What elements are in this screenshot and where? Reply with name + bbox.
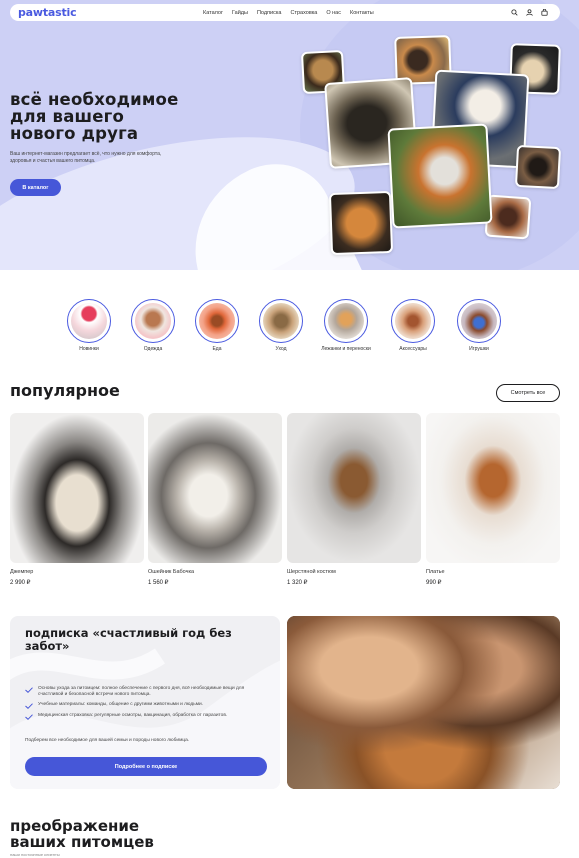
category-clothes[interactable]: Одежда	[123, 299, 183, 352]
category-image	[461, 303, 497, 339]
logo[interactable]: pawtastic	[18, 6, 77, 19]
category-label: Еда	[212, 346, 222, 352]
product-name: Джемпер	[10, 569, 34, 575]
product-name: Шерстяной костюм	[287, 569, 336, 575]
search-icon[interactable]	[511, 9, 518, 16]
category-label: Аксессуары	[399, 346, 427, 352]
see-all-button[interactable]: Смотреть все	[496, 384, 560, 402]
section-title-popular: популярное	[10, 381, 120, 400]
pet-photo	[514, 144, 562, 190]
nav-link-contacts[interactable]: Контакты	[350, 10, 374, 16]
top-nav: pawtastic Каталог Гайды Подписка Страхов…	[10, 4, 560, 21]
check-icon	[25, 713, 33, 720]
subscription-note: Подберем все необходимое для вашей семьи…	[25, 738, 190, 743]
nav-link-about[interactable]: О нас	[326, 10, 341, 16]
check-icon	[25, 687, 33, 693]
nav-link-catalog[interactable]: Каталог	[203, 10, 223, 16]
check-icon	[25, 703, 33, 710]
hero-section: pawtastic Каталог Гайды Подписка Страхов…	[0, 0, 579, 270]
benefit-text: Основы ухода за питомцем: полное обеспеч…	[38, 686, 245, 698]
section-title-transformation: преображение ваших питомцев	[10, 818, 154, 850]
product-price: 1 560 ₽	[148, 580, 169, 586]
product-image	[148, 413, 282, 563]
photo-fill	[287, 616, 560, 789]
subscription-benefits: Основы ухода за питомцем: полное обеспеч…	[25, 686, 270, 723]
nav-link-insurance[interactable]: Страховка	[290, 10, 317, 16]
category-food[interactable]: Еда	[187, 299, 247, 352]
product-price: 1 320 ₽	[287, 580, 308, 586]
product-card[interactable]: Джемпер 2 990 ₽	[10, 413, 144, 586]
nav-link-guides[interactable]: Гайды	[232, 10, 248, 16]
benefit-item: Учебные материалы: команды, общение с др…	[25, 702, 270, 710]
category-care[interactable]: Уход	[251, 299, 311, 352]
hero-subtitle: Ваш интернет-магазин предлагает всё, что…	[10, 151, 162, 164]
category-label: Уход	[275, 346, 287, 352]
category-label: Лежанки и переноски	[321, 346, 371, 352]
product-card[interactable]: Шерстяной костюм 1 320 ₽	[287, 413, 421, 586]
pet-photo	[387, 123, 493, 229]
subscription-title: подписка «счастливый год без забот»	[25, 626, 232, 653]
product-image	[426, 413, 560, 563]
title-line: ваших питомцев	[10, 833, 154, 851]
section-subtitle: наши постоянные клиенты	[10, 852, 60, 857]
product-image	[287, 413, 421, 563]
category-toys[interactable]: Игрушки	[449, 299, 509, 352]
category-new[interactable]: Новинки	[59, 299, 119, 352]
category-label: Новинки	[79, 346, 99, 352]
subscription-details-button[interactable]: Подробнее о подписке	[25, 757, 267, 776]
nav-icons	[511, 4, 548, 21]
family-with-puppy-photo	[287, 616, 560, 789]
product-price: 990 ₽	[426, 580, 442, 586]
product-image	[10, 413, 144, 563]
cart-icon[interactable]	[541, 9, 548, 16]
subscription-card: подписка «счастливый год без забот» Осно…	[10, 616, 280, 789]
catalog-button[interactable]: В каталог	[10, 179, 61, 196]
product-card[interactable]: Платье 990 ₽	[426, 413, 560, 586]
category-image	[263, 303, 299, 339]
product-card[interactable]: Ошейник Бабочка 1 560 ₽	[148, 413, 282, 586]
pet-photo	[328, 190, 394, 256]
hero-title: всё необходимое для вашего нового друга	[10, 91, 250, 142]
benefit-text: Медицинская страховка: регулярные осмотр…	[38, 712, 228, 718]
nav-link-subscription[interactable]: Подписка	[257, 10, 282, 16]
category-beds[interactable]: Лежанки и переноски	[316, 299, 376, 352]
product-price: 2 990 ₽	[10, 580, 31, 586]
category-list: Новинки Одежда Еда Уход Лежанки и перено…	[60, 299, 520, 359]
hero-title-line: нового друга	[10, 124, 139, 143]
category-image	[328, 303, 364, 339]
category-label: Одежда	[143, 346, 163, 352]
benefit-item: Медицинская страховка: регулярные осмотр…	[25, 712, 270, 720]
category-image	[135, 303, 171, 339]
product-name: Ошейник Бабочка	[148, 569, 195, 575]
benefit-item: Основы ухода за питомцем: полное обеспеч…	[25, 686, 270, 698]
category-image	[395, 303, 431, 339]
category-image	[71, 303, 107, 339]
product-name: Платье	[426, 569, 445, 575]
category-image	[199, 303, 235, 339]
category-label: Игрушки	[469, 346, 489, 352]
user-icon[interactable]	[526, 9, 533, 16]
category-accessories[interactable]: Аксессуары	[383, 299, 443, 352]
benefit-text: Учебные материалы: команды, общение с др…	[38, 702, 203, 708]
nav-links: Каталог Гайды Подписка Страховка О нас К…	[203, 4, 374, 21]
